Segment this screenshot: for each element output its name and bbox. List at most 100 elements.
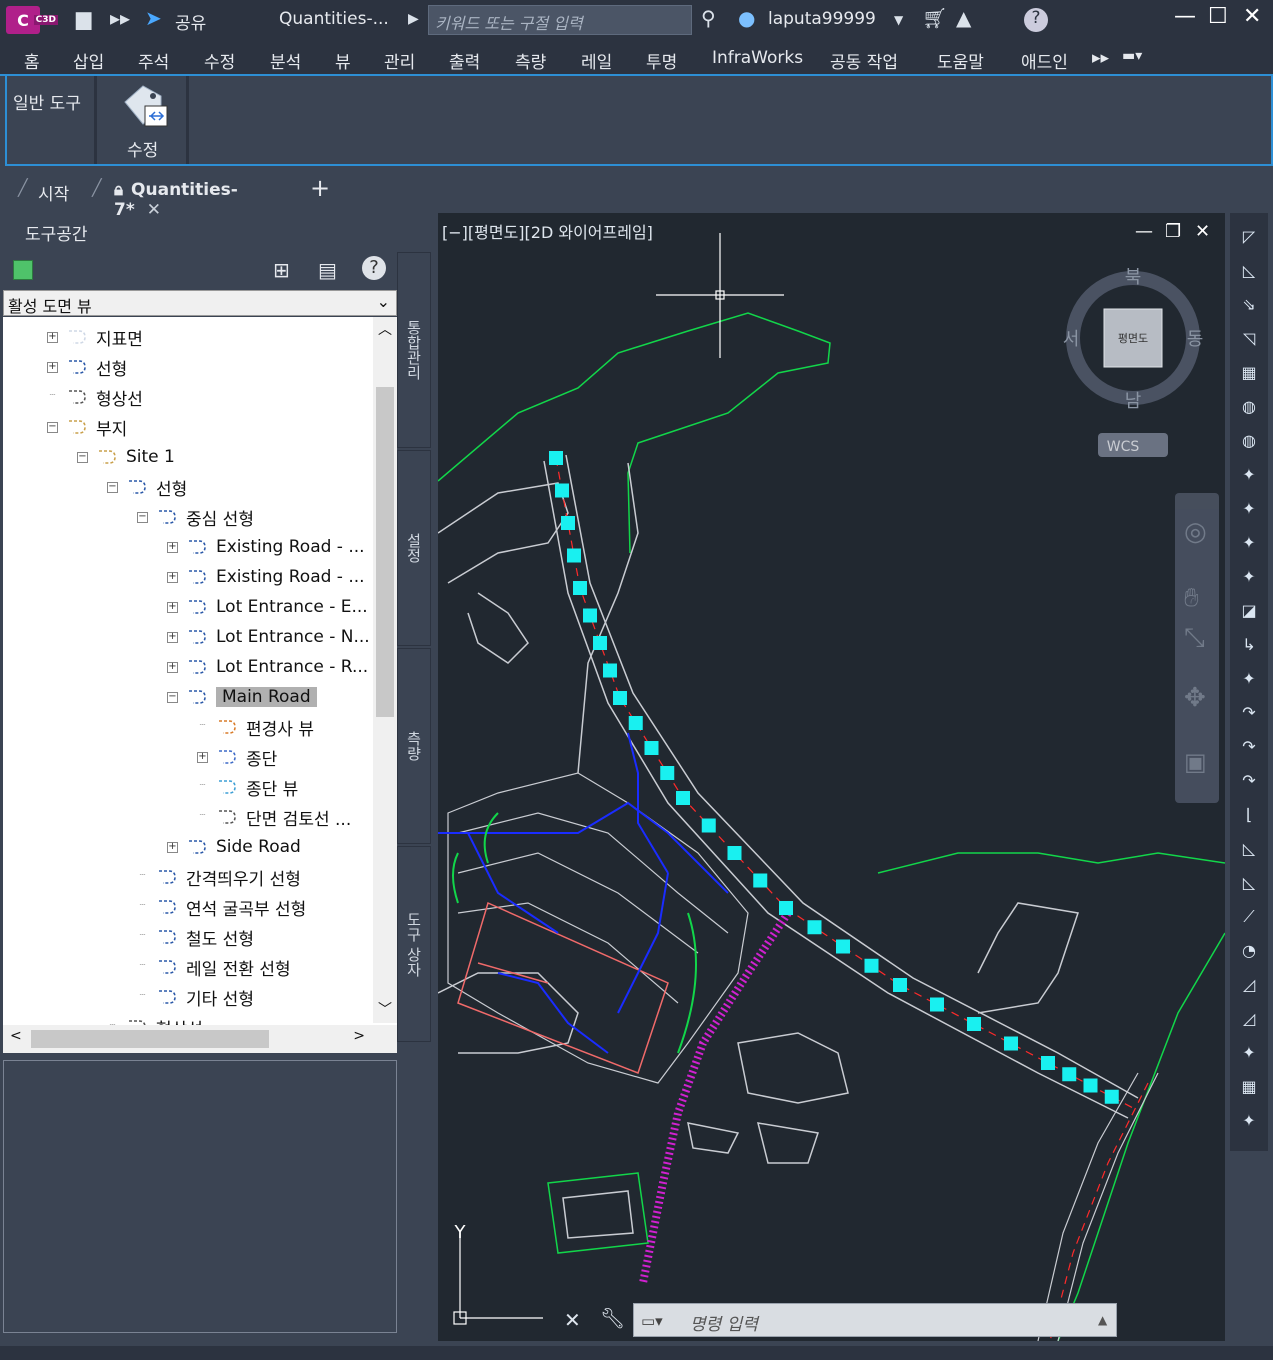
compass-north[interactable]: 북 (1125, 267, 1142, 288)
title-expand-icon[interactable]: ▶ (408, 11, 419, 27)
tree-item[interactable]: + Lot Entrance - E... (167, 593, 368, 621)
globe-settings-icon[interactable]: ◍ (1236, 431, 1262, 457)
station-marker[interactable] (893, 978, 907, 992)
slope-tool-icon[interactable]: ◺ (1236, 839, 1262, 865)
viewcube[interactable]: 평면도 북 남 동 서 WCS (1063, 267, 1204, 457)
edit-button[interactable]: 수정 (99, 76, 189, 164)
close-icon[interactable]: ✕ (1243, 4, 1261, 29)
menu-home[interactable]: 홈 (24, 48, 40, 73)
snap-point-icon[interactable]: ✦ (1236, 465, 1262, 491)
tree-vertical-scrollbar[interactable]: ︿ ﹀ (373, 317, 397, 1023)
autodesk-icon[interactable]: ▲ (956, 6, 971, 30)
scroll-right-icon[interactable]: > (353, 1028, 365, 1044)
tab-toolbox[interactable]: 도구 상자 (397, 846, 431, 1042)
station-marker[interactable] (603, 663, 617, 678)
menu-view[interactable]: 뷰 (335, 48, 351, 73)
minimize-icon[interactable]: — (1174, 4, 1196, 29)
pan-icon[interactable]: ✋︎ (1184, 583, 1199, 614)
station-marker[interactable] (613, 691, 627, 705)
expand-icon[interactable]: + (47, 361, 58, 373)
help-icon[interactable]: ? (362, 256, 386, 280)
tree-item[interactable]: + Lot Entrance - R... (167, 653, 368, 681)
station-marker[interactable] (644, 741, 659, 755)
station-marker[interactable] (583, 608, 597, 623)
share-icon[interactable]: ➤ (145, 6, 162, 30)
viewcube-face[interactable]: 평면도 (1118, 332, 1148, 345)
point-add-icon[interactable]: ✦ (1236, 1111, 1262, 1137)
menu-rail[interactable]: 레일 (581, 48, 612, 73)
tree-item[interactable]: ┄ 간격띄우기 선형 (137, 863, 300, 891)
expand-icon[interactable]: + (167, 541, 178, 553)
station-marker[interactable] (836, 939, 850, 954)
curve-edit-icon[interactable]: ↷ (1236, 737, 1262, 763)
tree-item[interactable]: + 종단 (197, 743, 277, 771)
tree-item[interactable]: + 선형 (47, 353, 127, 381)
collapse-icon[interactable]: − (167, 691, 178, 703)
layer-stack-icon[interactable]: ▦ (1236, 363, 1262, 389)
orbit-icon[interactable]: ✥ (1184, 683, 1206, 713)
arc-tool-icon[interactable]: ◿ (1236, 1009, 1262, 1035)
alignment-tool-icon[interactable]: ↳ (1236, 635, 1262, 661)
point-tool-icon[interactable]: ✦ (1236, 1043, 1262, 1069)
tree-item[interactable]: ┄ 레일 전환 선형 (137, 953, 290, 981)
viewport-close-icon[interactable]: ✕ (1195, 221, 1210, 242)
pointer-tool-icon[interactable]: ⇘ (1236, 295, 1262, 321)
station-marker[interactable] (1004, 1036, 1018, 1051)
search-icon[interactable]: ⚲ (701, 6, 716, 30)
grade-tool-icon[interactable]: ◺ (1236, 873, 1262, 899)
tree-item[interactable]: ┄ 연석 굴곡부 선형 (137, 893, 306, 921)
table-tool-icon[interactable]: ▦ (1236, 1077, 1262, 1103)
menu-modify[interactable]: 수정 (204, 48, 235, 73)
edit-box-icon[interactable]: ◪ (1236, 601, 1262, 627)
maximize-icon[interactable]: ☐ (1208, 4, 1228, 29)
menu-survey[interactable]: 측량 (515, 48, 546, 73)
select-point-icon[interactable]: ✦ (1236, 533, 1262, 559)
station-marker[interactable] (567, 548, 581, 563)
pick-tool-icon[interactable]: ✦ (1236, 669, 1262, 695)
panel-general-tools[interactable]: 일반 도구 (7, 76, 97, 164)
tab-prospector[interactable]: 통합관리 (397, 252, 431, 448)
menu-help[interactable]: 도움말 (937, 48, 984, 73)
more-quick-access-icon[interactable]: ▸▸ (110, 6, 130, 30)
expand-icon[interactable]: + (167, 601, 178, 613)
station-marker[interactable] (1062, 1067, 1077, 1082)
circle-tool-icon[interactable]: ◔ (1236, 941, 1262, 967)
zoom-extents-icon[interactable]: ⤡ (1184, 623, 1205, 654)
expand-icon[interactable]: + (167, 661, 178, 673)
new-file-icon[interactable]: ▆ (76, 6, 91, 30)
menu-analyze[interactable]: 분석 (270, 48, 301, 73)
help-icon[interactable]: ? (1024, 8, 1048, 32)
scroll-up-icon[interactable]: ︿ (378, 319, 392, 339)
command-close-icon[interactable]: ✕ (564, 1308, 581, 1332)
curve-tool-icon[interactable]: ↷ (1236, 703, 1262, 729)
station-marker[interactable] (807, 920, 822, 935)
tree-item[interactable]: − 선형 (107, 473, 187, 501)
globe-icon[interactable]: ◍ (1236, 397, 1262, 423)
station-marker[interactable] (753, 873, 768, 888)
menu-manage[interactable]: 관리 (384, 48, 415, 73)
menu-output[interactable]: 출력 (449, 48, 480, 73)
station-marker[interactable] (549, 451, 563, 465)
user-name[interactable]: laputa99999 (768, 9, 876, 29)
station-marker[interactable] (864, 958, 879, 973)
tree-item[interactable]: ┄ 편경사 뷰 (197, 713, 313, 741)
command-expand-icon[interactable]: ▲ (1098, 1313, 1107, 1327)
tree-item[interactable]: + Existing Road - ... (167, 533, 365, 561)
menu-collaborate[interactable]: 공동 작업 (830, 48, 898, 73)
viewport-minimize-icon[interactable]: — (1135, 221, 1153, 242)
tree-item[interactable]: − 부지 (47, 413, 127, 441)
ribbon-options-icon[interactable]: ▬▾ (1122, 48, 1142, 64)
menu-infraworks[interactable]: InfraWorks (712, 48, 803, 68)
collapse-icon[interactable]: − (77, 451, 88, 463)
menu-insert[interactable]: 삽입 (73, 48, 104, 73)
triangle-tool-icon[interactable]: ◺ (1236, 261, 1262, 287)
user-dropdown-icon[interactable]: ▼ (894, 13, 903, 27)
station-marker[interactable] (628, 716, 643, 730)
app-logo[interactable]: C C3D (6, 6, 58, 34)
compass-east[interactable]: 동 (1187, 329, 1204, 350)
viewport-restore-icon[interactable]: ❐ (1165, 221, 1181, 242)
snap-text-icon[interactable]: ✦ (1236, 499, 1262, 525)
tree-item[interactable]: − Site 1 (77, 443, 175, 471)
station-marker[interactable] (573, 581, 587, 595)
scroll-thumb[interactable] (376, 387, 394, 717)
